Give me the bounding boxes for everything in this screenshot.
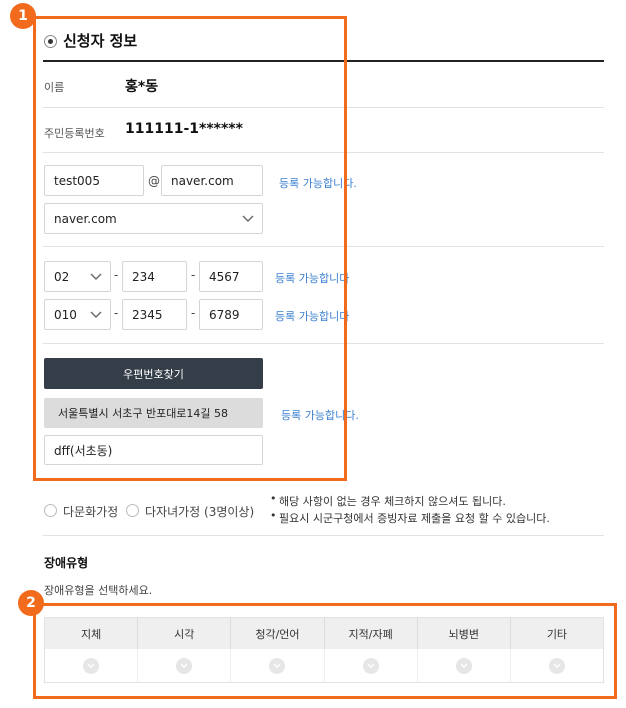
family-note-1: 해당 사항이 없는 경우 체크하지 않으셔도 됩니다. — [279, 495, 506, 508]
family-note-2: 필요시 시군구청에서 증빙자료 제출을 요청 할 수 있습니다. — [279, 512, 550, 525]
badge-1: 1 — [10, 3, 36, 29]
bullet-icon: • — [270, 492, 277, 505]
bullet-icon: • — [270, 509, 277, 522]
highlight-box-1 — [33, 16, 347, 481]
divider — [43, 535, 604, 536]
multichild-radio[interactable] — [126, 504, 139, 517]
disability-title: 장애유형 — [44, 556, 89, 570]
badge-2: 2 — [18, 590, 44, 616]
highlight-box-2 — [33, 603, 617, 699]
multicultural-radio[interactable] — [44, 504, 57, 517]
disability-hint: 장애유형을 선택하세요. — [44, 584, 153, 597]
multichild-label: 다자녀가정 (3명이상) — [145, 505, 255, 519]
multicultural-label: 다문화가정 — [63, 505, 119, 519]
